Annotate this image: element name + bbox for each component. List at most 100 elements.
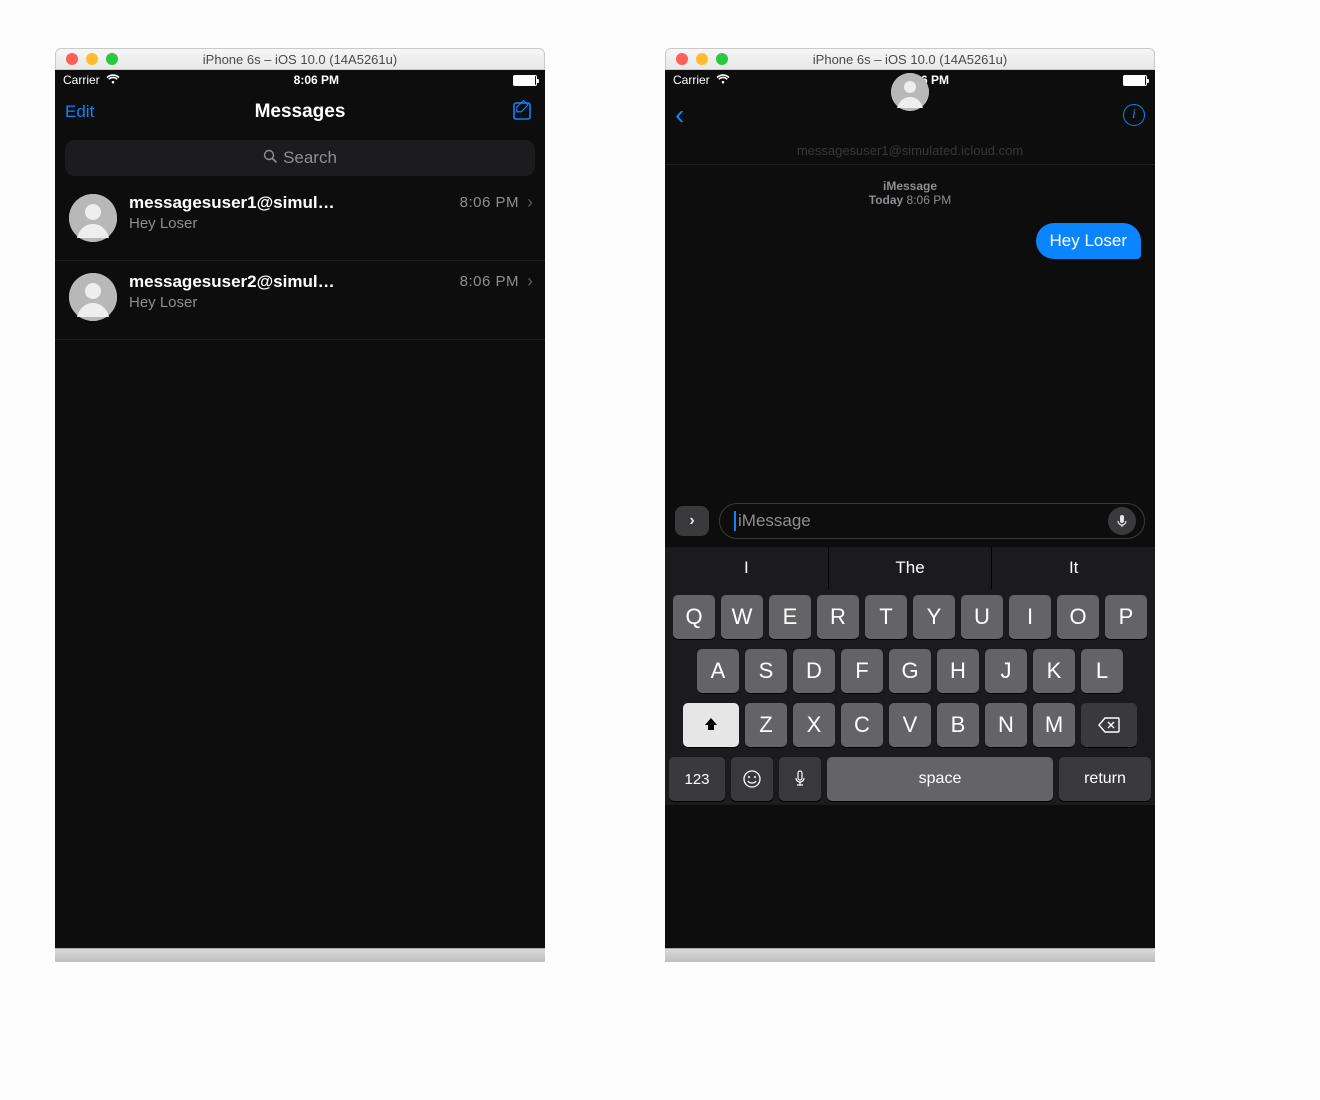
close-window-button[interactable] [676,53,688,65]
key-r[interactable]: R [817,595,859,639]
key-u[interactable]: U [961,595,1003,639]
key-c[interactable]: C [841,703,883,747]
search-placeholder: Search [283,148,337,168]
key-t[interactable]: T [865,595,907,639]
emoji-key[interactable] [731,757,773,801]
key-q[interactable]: Q [673,595,715,639]
prediction-cell[interactable]: It [992,547,1155,589]
search-field[interactable]: Search [65,140,535,176]
key-l[interactable]: L [1081,649,1123,693]
conversation-time: 8:06 PM [460,194,519,211]
recipient-label: messagesuser1@simulated.icloud.com [665,140,1155,165]
close-window-button[interactable] [66,53,78,65]
key-a[interactable]: A [697,649,739,693]
microphone-icon [1115,514,1129,528]
phone-screen: Carrier 8:06 PM Edit Messages Sear [55,70,545,948]
shift-key[interactable] [683,703,739,747]
keyboard-row-1: Q W E R T Y U I O P [669,595,1151,639]
status-time: 8:06 PM [294,73,339,87]
apps-button[interactable]: › [675,506,709,536]
window-titlebar[interactable]: iPhone 6s – iOS 10.0 (14A5261u) [55,48,545,70]
window-titlebar[interactable]: iPhone 6s – iOS 10.0 (14A5261u) [665,48,1155,70]
window-title: iPhone 6s – iOS 10.0 (14A5261u) [203,52,397,67]
chevron-right-icon: › [689,512,694,530]
key-y[interactable]: Y [913,595,955,639]
nav-bar: ‹ i [665,90,1155,140]
dictation-button[interactable] [1108,507,1136,535]
key-i[interactable]: I [1009,595,1051,639]
carrier-label: Carrier [673,73,710,87]
key-n[interactable]: N [985,703,1027,747]
avatar-icon [69,194,117,242]
return-key[interactable]: return [1059,757,1151,801]
key-x[interactable]: X [793,703,835,747]
compose-button[interactable] [511,100,535,124]
zoom-window-button[interactable] [106,53,118,65]
avatar-icon [69,273,117,321]
space-key[interactable]: space [827,757,1053,801]
battery-icon [513,75,537,86]
keyboard-row-4: 123 space return [669,757,1151,801]
edit-button[interactable]: Edit [65,102,94,122]
key-w[interactable]: W [721,595,763,639]
contact-avatar[interactable] [891,73,929,111]
text-cursor [734,511,736,531]
key-p[interactable]: P [1105,595,1147,639]
input-placeholder: iMessage [738,511,811,531]
prediction-cell[interactable]: The [829,547,993,589]
key-f[interactable]: F [841,649,883,693]
microphone-icon [793,770,807,788]
key-h[interactable]: H [937,649,979,693]
dictation-key[interactable] [779,757,821,801]
window-title: iPhone 6s – iOS 10.0 (14A5261u) [813,52,1007,67]
prediction-cell[interactable]: I [665,547,829,589]
simulator-window-left: iPhone 6s – iOS 10.0 (14A5261u) Carrier … [55,48,545,962]
key-b[interactable]: B [937,703,979,747]
search-icon [263,148,277,168]
numbers-key[interactable]: 123 [669,757,725,801]
phone-screen: Carrier 8:06 PM ‹ i messagesuser1@simula… [665,70,1155,948]
conversation-name: messagesuser1@simul… [129,193,452,213]
conversation-preview: Hey Loser [129,215,533,232]
macos-dock [665,948,1155,962]
key-d[interactable]: D [793,649,835,693]
keyboard-row-2: A S D F G H J K L [669,649,1151,693]
key-o[interactable]: O [1057,595,1099,639]
key-m[interactable]: M [1033,703,1075,747]
key-v[interactable]: V [889,703,931,747]
backspace-icon [1098,717,1120,733]
conversation-row[interactable]: messagesuser2@simul… 8:06 PM › Hey Loser [55,261,545,340]
chevron-right-icon: › [527,271,533,292]
carrier-label: Carrier [63,73,100,87]
macos-dock [55,948,545,962]
back-button[interactable]: ‹ [675,101,684,129]
key-g[interactable]: G [889,649,931,693]
message-input-bar: › iMessage [665,495,1155,547]
key-e[interactable]: E [769,595,811,639]
conversation-name: messagesuser2@simul… [129,272,452,292]
wifi-icon [716,73,730,87]
sent-message-bubble[interactable]: Hey Loser [1036,223,1141,259]
message-input[interactable]: iMessage [719,503,1145,539]
wifi-icon [106,73,120,87]
minimize-window-button[interactable] [86,53,98,65]
key-j[interactable]: J [985,649,1027,693]
zoom-window-button[interactable] [716,53,728,65]
key-s[interactable]: S [745,649,787,693]
conversation-row[interactable]: messagesuser1@simul… 8:06 PM › Hey Loser [55,182,545,261]
key-k[interactable]: K [1033,649,1075,693]
backspace-key[interactable] [1081,703,1137,747]
info-button[interactable]: i [1123,104,1145,126]
key-z[interactable]: Z [745,703,787,747]
conversation-list: messagesuser1@simul… 8:06 PM › Hey Loser… [55,182,545,340]
conversation-time: 8:06 PM [460,273,519,290]
page-title: Messages [55,101,545,123]
chevron-right-icon: › [527,192,533,213]
simulator-window-right: iPhone 6s – iOS 10.0 (14A5261u) Carrier … [665,48,1155,962]
keyboard: Q W E R T Y U I O P A S D F G H J K L [665,589,1155,805]
conversation-preview: Hey Loser [129,294,533,311]
emoji-icon [742,769,762,789]
message-transcript[interactable]: iMessage Today 8:06 PM Hey Loser [665,165,1155,495]
battery-icon [1123,75,1147,86]
minimize-window-button[interactable] [696,53,708,65]
